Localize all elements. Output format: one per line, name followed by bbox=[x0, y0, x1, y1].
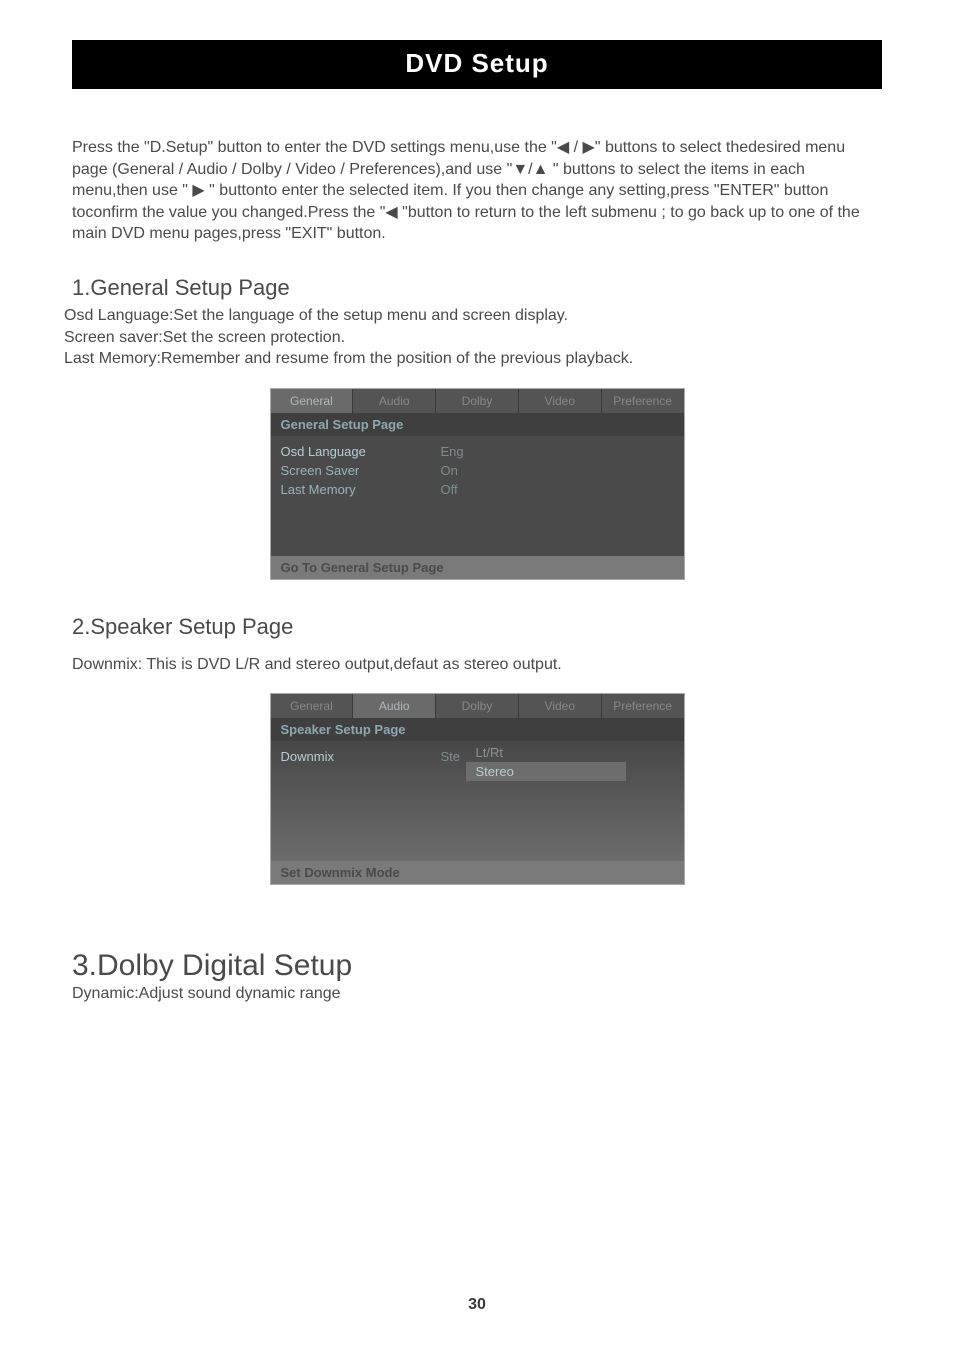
last-memory-desc: Last Memory:Remember and resume from the… bbox=[64, 348, 882, 370]
left-arrow-icon: ◀ bbox=[385, 204, 397, 221]
panel-title: General Setup Page bbox=[271, 413, 684, 436]
osd-language-desc: Osd Language:Set the language of the set… bbox=[64, 305, 882, 327]
submenu-item-selected: Stereo bbox=[466, 762, 626, 781]
section-3-heading: 3.Dolby Digital Setup bbox=[72, 949, 882, 983]
section-1-heading: 1.General Setup Page bbox=[72, 275, 882, 301]
row-label: Osd Language bbox=[281, 444, 441, 459]
setup-row: Osd Language Eng bbox=[271, 442, 684, 461]
right-arrow-icon: ▶ bbox=[192, 182, 204, 199]
setup-row: Screen Saver On bbox=[271, 461, 684, 480]
submenu-item: Lt/Rt bbox=[466, 743, 626, 762]
row-value: Off bbox=[441, 482, 458, 497]
panel-body: Osd Language Eng Screen Saver On Last Me… bbox=[271, 436, 684, 556]
down-up-arrow-icon: ▼/▲ bbox=[512, 161, 548, 178]
page-number: 30 bbox=[0, 1296, 954, 1314]
panel-title: Speaker Setup Page bbox=[271, 718, 684, 741]
tab-general: General bbox=[271, 389, 354, 413]
tab-video: Video bbox=[519, 389, 602, 413]
tab-dolby: Dolby bbox=[436, 389, 519, 413]
section-3-description: Dynamic:Adjust sound dynamic range bbox=[72, 983, 882, 1005]
downmix-submenu: Lt/Rt Stereo bbox=[466, 743, 626, 781]
setup-tabs: General Audio Dolby Video Preference bbox=[271, 694, 684, 718]
section-2-heading: 2.Speaker Setup Page bbox=[72, 614, 882, 640]
screen-saver-desc: Screen saver:Set the screen protection. bbox=[64, 327, 882, 349]
intro-paragraph: Press the "D.Setup" button to enter the … bbox=[72, 137, 882, 245]
tab-audio: Audio bbox=[353, 389, 436, 413]
setup-row: Last Memory Off bbox=[271, 480, 684, 499]
speaker-setup-screenshot: General Audio Dolby Video Preference Spe… bbox=[270, 693, 685, 885]
setup-tabs: General Audio Dolby Video Preference bbox=[271, 389, 684, 413]
row-value: Ste bbox=[441, 749, 461, 764]
intro-text: Press the "D.Setup" button to enter the … bbox=[72, 139, 557, 156]
tab-video: Video bbox=[519, 694, 602, 718]
row-label: Last Memory bbox=[281, 482, 441, 497]
left-right-arrow-icon: ◀ / ▶ bbox=[557, 139, 595, 156]
tab-general: General bbox=[271, 694, 354, 718]
tab-audio: Audio bbox=[353, 694, 436, 718]
tab-dolby: Dolby bbox=[436, 694, 519, 718]
row-label: Downmix bbox=[281, 749, 441, 764]
tab-preference: Preference bbox=[602, 389, 684, 413]
row-label: Screen Saver bbox=[281, 463, 441, 478]
row-value: On bbox=[441, 463, 458, 478]
section-2-description: Downmix: This is DVD L/R and stereo outp… bbox=[72, 654, 882, 676]
panel-footer: Go To General Setup Page bbox=[271, 556, 684, 579]
tab-preference: Preference bbox=[602, 694, 684, 718]
panel-body: Downmix Ste Lt/Rt Stereo bbox=[271, 741, 684, 861]
section-1-description: Osd Language:Set the language of the set… bbox=[64, 305, 882, 370]
row-value: Eng bbox=[441, 444, 464, 459]
panel-footer: Set Downmix Mode bbox=[271, 861, 684, 884]
general-setup-screenshot: General Audio Dolby Video Preference Gen… bbox=[270, 388, 685, 580]
page-title-bar: DVD Setup bbox=[72, 40, 882, 89]
